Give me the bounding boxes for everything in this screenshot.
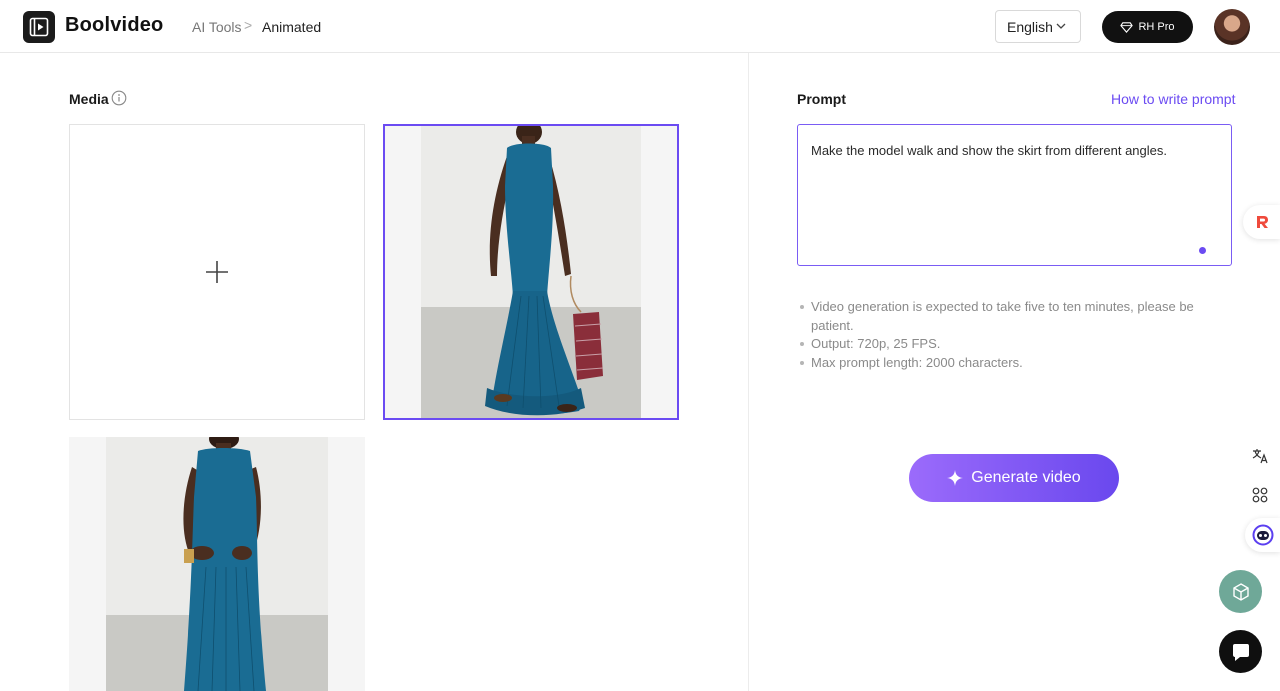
apps-icon[interactable] bbox=[1247, 482, 1273, 508]
pro-button[interactable]: RH Pro bbox=[1102, 11, 1193, 43]
prompt-textarea[interactable]: Make the model walk and show the skirt f… bbox=[797, 124, 1232, 266]
note-item: Max prompt length: 2000 characters. bbox=[797, 354, 1217, 373]
generate-video-button[interactable]: Generate video bbox=[909, 454, 1119, 502]
upload-media-button[interactable] bbox=[69, 124, 365, 420]
brand-name[interactable]: Boolvideo bbox=[65, 14, 163, 37]
status-dot bbox=[1199, 247, 1206, 254]
model-back-photo bbox=[106, 437, 328, 691]
model-front-photo bbox=[421, 126, 641, 418]
pro-label: RH Pro bbox=[1138, 21, 1175, 33]
breadcrumb-ai-tools[interactable]: AI Tools bbox=[192, 19, 242, 35]
breadcrumb-separator: > bbox=[244, 17, 253, 33]
note-item: Output: 720p, 25 FPS. bbox=[797, 335, 1217, 354]
film-icon[interactable] bbox=[23, 11, 55, 43]
note-item: Video generation is expected to take fiv… bbox=[797, 298, 1217, 335]
language-value: English bbox=[1007, 18, 1053, 35]
chevron-down-icon bbox=[1056, 23, 1066, 29]
r-logo-icon[interactable] bbox=[1243, 205, 1280, 239]
breadcrumb-current: Animated bbox=[262, 19, 322, 35]
media-thumbnail-selected[interactable] bbox=[383, 124, 679, 420]
media-label: Media bbox=[69, 91, 109, 107]
media-thumbnail[interactable] bbox=[69, 437, 365, 691]
plus-icon bbox=[206, 261, 228, 283]
how-to-write-prompt-link[interactable]: How to write prompt bbox=[1111, 91, 1235, 107]
info-icon[interactable] bbox=[111, 90, 127, 106]
translate-icon[interactable] bbox=[1247, 443, 1273, 469]
sparkle-icon bbox=[947, 470, 964, 486]
prompt-text: Make the model walk and show the skirt f… bbox=[811, 143, 1167, 158]
generate-label: Generate video bbox=[971, 469, 1081, 486]
cube-icon[interactable] bbox=[1219, 570, 1262, 613]
top-header: Boolvideo AI Tools > Animated English RH… bbox=[0, 0, 1280, 53]
generation-notes: Video generation is expected to take fiv… bbox=[797, 298, 1217, 372]
prompt-label: Prompt bbox=[797, 91, 846, 107]
chat-icon[interactable] bbox=[1219, 630, 1262, 673]
bot-icon[interactable] bbox=[1245, 518, 1280, 552]
diamond-icon bbox=[1120, 21, 1134, 33]
panel-divider bbox=[748, 53, 749, 691]
language-select[interactable]: English bbox=[995, 10, 1081, 43]
avatar[interactable] bbox=[1214, 9, 1250, 45]
